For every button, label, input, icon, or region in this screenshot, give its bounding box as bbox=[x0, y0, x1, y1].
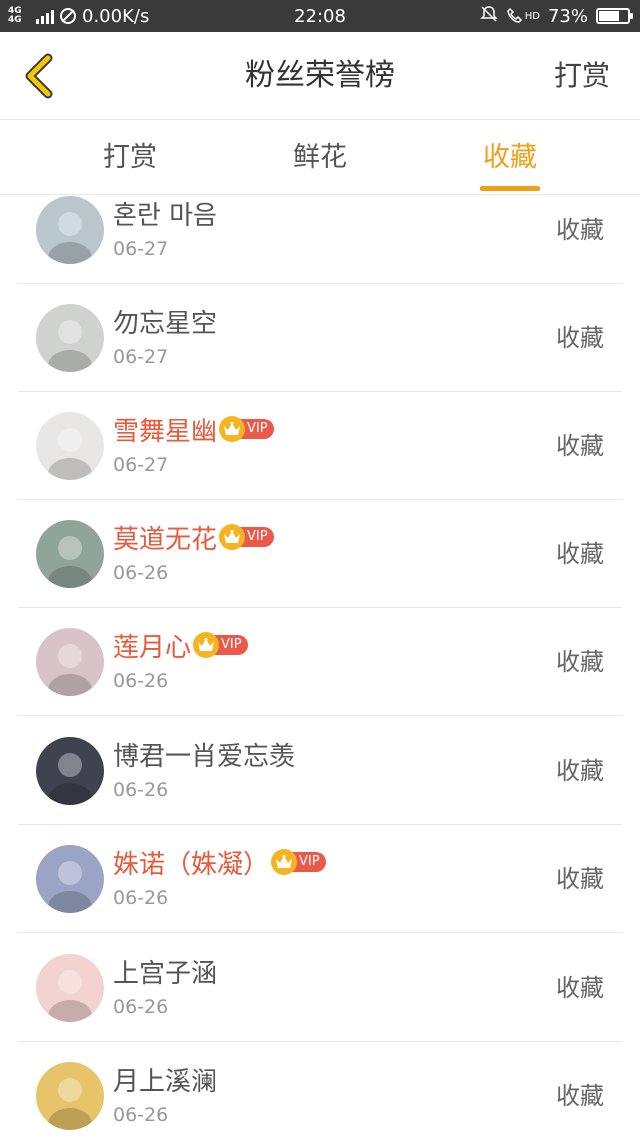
name-line: 雪舞星幽 VIP bbox=[113, 410, 274, 448]
user-name: 上宫子涵 bbox=[113, 958, 218, 989]
favorite-label: 收藏 bbox=[556, 1082, 604, 1110]
bell-muted-icon bbox=[479, 5, 498, 28]
avatar[interactable] bbox=[36, 304, 104, 372]
hd-label: HD bbox=[524, 10, 540, 22]
list-item[interactable]: 上宫子涵 06-26 收藏 bbox=[18, 934, 622, 1042]
reward-button[interactable]: 打赏 bbox=[554, 32, 610, 120]
list-item[interactable]: 博君一肖爱忘羡 06-26 收藏 bbox=[18, 717, 622, 825]
favorite-label: 收藏 bbox=[556, 974, 604, 1002]
list-item[interactable]: 月上溪澜 06-26 收藏 bbox=[18, 1042, 622, 1138]
name-line: 上宫子涵 bbox=[113, 952, 217, 990]
tab-label: 打赏 bbox=[103, 142, 157, 173]
avatar[interactable] bbox=[36, 954, 104, 1022]
tab-flowers[interactable]: 鲜花 bbox=[260, 121, 380, 195]
crown-icon bbox=[219, 416, 246, 442]
tab-label: 鲜花 bbox=[293, 142, 347, 173]
user-name: 月上溪澜 bbox=[113, 1066, 218, 1097]
app-header: 粉丝荣誉榜 打赏 bbox=[0, 32, 640, 120]
list-item[interactable]: 莲月心 VIP 06-26 收藏 bbox=[18, 608, 622, 716]
date: 06-27 bbox=[113, 238, 169, 260]
avatar[interactable] bbox=[36, 196, 104, 264]
date: 06-26 bbox=[113, 1104, 169, 1126]
tab-bar: 打赏 鲜花 收藏 bbox=[0, 121, 640, 195]
list-item[interactable]: 혼란 마음 06-27 收藏 bbox=[18, 196, 622, 284]
date: 06-27 bbox=[113, 454, 169, 476]
list-item[interactable]: 雪舞星幽 VIP 06-27 收藏 bbox=[18, 392, 622, 500]
favorite-label: 收藏 bbox=[556, 432, 604, 460]
user-name: 勿忘星空 bbox=[113, 308, 218, 339]
crown-icon bbox=[271, 849, 298, 875]
user-name: 姝诺（姝凝） bbox=[113, 849, 270, 880]
vip-badge: VIP bbox=[271, 849, 326, 875]
user-name: 莫道无花 bbox=[113, 524, 218, 555]
tab-favorites[interactable]: 收藏 bbox=[450, 121, 570, 195]
name-line: 勿忘星空 bbox=[113, 302, 217, 340]
phone-hd-icon: HD bbox=[506, 7, 540, 25]
tab-reward[interactable]: 打赏 bbox=[70, 121, 190, 195]
list-item[interactable]: 姝诺（姝凝） VIP 06-26 收藏 bbox=[18, 825, 622, 933]
fan-list: 혼란 마음 06-27 收藏 勿忘星空 06-27 收藏 雪舞星幽 VIP 06-27 收藏 莫道无… bbox=[0, 196, 640, 1138]
user-name: 雪舞星幽 bbox=[113, 416, 218, 447]
crown-icon bbox=[219, 524, 246, 550]
favorite-label: 收藏 bbox=[556, 540, 604, 568]
date: 06-26 bbox=[113, 996, 169, 1018]
name-line: 月上溪澜 bbox=[113, 1060, 217, 1098]
clock: 22:08 bbox=[294, 5, 346, 27]
avatar[interactable] bbox=[36, 845, 104, 913]
date: 06-26 bbox=[113, 887, 169, 909]
user-name: 혼란 마음 bbox=[113, 200, 217, 231]
avatar[interactable] bbox=[36, 520, 104, 588]
user-name: 博君一肖爱忘羡 bbox=[113, 741, 296, 772]
name-line: 姝诺（姝凝） VIP bbox=[113, 843, 326, 881]
name-line: 莫道无花 VIP bbox=[113, 518, 274, 556]
active-tab-indicator bbox=[480, 186, 540, 191]
avatar[interactable] bbox=[36, 628, 104, 696]
avatar[interactable] bbox=[36, 412, 104, 480]
avatar[interactable] bbox=[36, 1062, 104, 1130]
battery-percent: 73% bbox=[547, 5, 588, 27]
vip-badge: VIP bbox=[219, 524, 274, 550]
user-name: 莲月心 bbox=[113, 632, 192, 663]
list-item[interactable]: 莫道无花 VIP 06-26 收藏 bbox=[18, 500, 622, 608]
date: 06-26 bbox=[113, 562, 169, 584]
status-right: HD 73% bbox=[479, 0, 633, 32]
avatar[interactable] bbox=[36, 737, 104, 805]
date: 06-26 bbox=[113, 670, 169, 692]
list-item[interactable]: 勿忘星空 06-27 收藏 bbox=[18, 284, 622, 392]
favorite-label: 收藏 bbox=[556, 865, 604, 893]
date: 06-27 bbox=[113, 346, 169, 368]
vip-badge: VIP bbox=[219, 416, 274, 442]
vip-badge: VIP bbox=[193, 632, 248, 658]
crown-icon bbox=[193, 632, 220, 658]
favorite-label: 收藏 bbox=[556, 324, 604, 352]
name-line: 莲月心 VIP bbox=[113, 626, 248, 664]
battery-icon bbox=[596, 8, 633, 24]
favorite-label: 收藏 bbox=[556, 216, 604, 244]
favorite-label: 收藏 bbox=[556, 648, 604, 676]
status-bar: 4G 4G 0.00K/s 22:08 HD 73% bbox=[0, 0, 640, 32]
name-line: 혼란 마음 bbox=[113, 196, 217, 232]
tab-label: 收藏 bbox=[483, 142, 537, 173]
date: 06-26 bbox=[113, 779, 169, 801]
name-line: 博君一肖爱忘羡 bbox=[113, 735, 295, 773]
page-title: 粉丝荣誉榜 bbox=[245, 58, 395, 93]
favorite-label: 收藏 bbox=[556, 757, 604, 785]
